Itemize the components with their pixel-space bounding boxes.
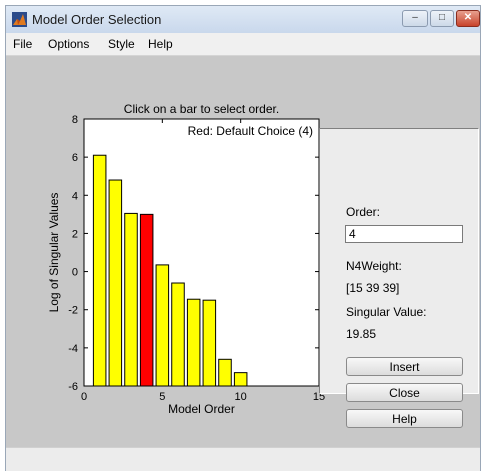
bar-order-7[interactable]: [186, 298, 201, 387]
maximize-icon: □: [438, 12, 446, 23]
status-bar: [6, 447, 480, 471]
order-input[interactable]: [345, 225, 463, 243]
figure-area: Click on a bar to select order. -6 -4 -2 0 2…: [6, 56, 480, 471]
singular-value: 19.85: [346, 327, 377, 341]
y-axis-label: Log of Singular Values: [47, 193, 61, 313]
order-label: Order:: [346, 205, 381, 219]
bar-order-10[interactable]: [233, 372, 248, 387]
maximize-button[interactable]: □: [430, 10, 454, 27]
y-tick-label: 4: [72, 190, 78, 202]
close-button[interactable]: Close: [346, 383, 463, 402]
y-tick-label: -2: [68, 305, 78, 317]
y-tick-label: -4: [68, 343, 78, 355]
menu-options[interactable]: Options: [48, 37, 89, 51]
close-window-button[interactable]: ✕: [456, 10, 480, 27]
bar-order-4[interactable]: [139, 213, 154, 387]
default-choice-annotation: Red: Default Choice (4): [188, 124, 313, 138]
bar-order-2[interactable]: [108, 179, 123, 387]
x-tick-label: 5: [159, 391, 165, 403]
title-bar[interactable]: Model Order Selection – □ ✕: [6, 6, 480, 34]
y-tick-label: -6: [68, 381, 78, 393]
app-window: Model Order Selection – □ ✕ File Options…: [5, 5, 481, 471]
menu-style[interactable]: Style: [108, 37, 135, 51]
x-axis-label: Model Order: [168, 402, 235, 416]
insert-button[interactable]: Insert: [346, 357, 463, 376]
n4weight-label: N4Weight:: [346, 259, 402, 273]
y-tick-label: 0: [72, 267, 78, 279]
matlab-logo-icon: [12, 12, 27, 27]
order-panel: Order: N4Weight: [15 39 39] Singular Val…: [319, 128, 479, 428]
menu-file[interactable]: File: [13, 37, 32, 51]
close-icon: ✕: [463, 12, 473, 23]
bar-order-8[interactable]: [202, 299, 217, 387]
menu-bar: File Options Style Help: [6, 33, 480, 56]
minimize-button[interactable]: –: [402, 10, 428, 27]
minimize-icon: –: [412, 12, 418, 23]
bar-order-3[interactable]: [124, 212, 138, 387]
x-tick-label: 10: [235, 391, 247, 403]
menu-help[interactable]: Help: [148, 37, 173, 51]
window-title: Model Order Selection: [32, 12, 162, 27]
bar-order-5[interactable]: [155, 264, 170, 387]
x-tick-label: 0: [81, 391, 87, 403]
n4weight-value: [15 39 39]: [346, 281, 400, 295]
y-tick-label: 2: [72, 228, 78, 240]
bar-order-9[interactable]: [218, 358, 232, 387]
singular-value-label: Singular Value:: [346, 305, 427, 319]
bar-order-1[interactable]: [92, 154, 107, 387]
y-tick-label: 6: [72, 152, 78, 164]
help-button[interactable]: Help: [346, 409, 463, 428]
bar-order-6[interactable]: [171, 282, 185, 387]
y-tick-label: 8: [72, 114, 78, 126]
